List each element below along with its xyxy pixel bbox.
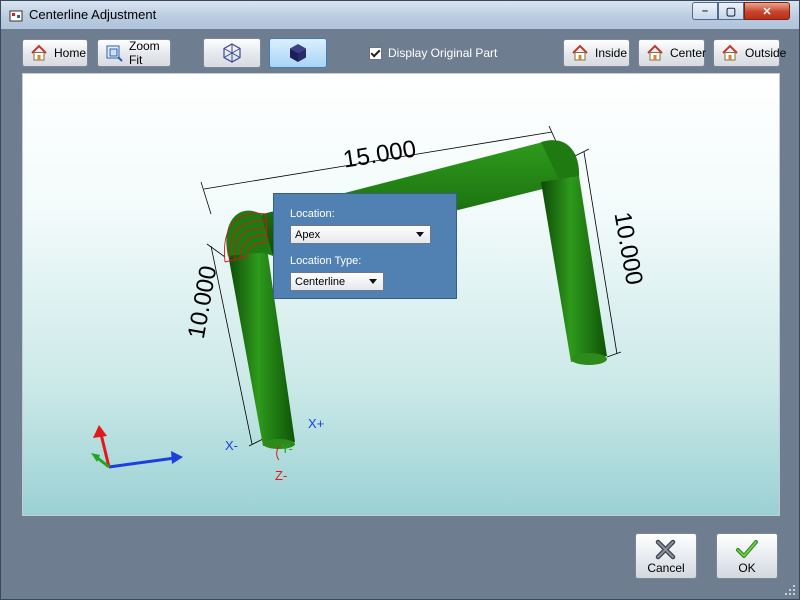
ok-button[interactable]: OK (716, 533, 778, 579)
axis-triad (91, 425, 183, 469)
display-original-checkbox[interactable] (369, 46, 382, 60)
chevron-down-icon (416, 232, 424, 237)
title-bar: Centerline Adjustment – ▢ ✕ (1, 1, 799, 29)
location-select[interactable]: Apex (290, 225, 431, 244)
chevron-down-icon (369, 279, 377, 284)
zoom-fit-label: Zoom Fit (129, 39, 160, 67)
maximize-button[interactable]: ▢ (718, 2, 744, 20)
shaded-view-button[interactable] (269, 38, 327, 68)
resize-grip-icon[interactable] (783, 583, 797, 597)
wireframe-cube-icon (223, 43, 241, 63)
display-original-label: Display Original Part (388, 46, 498, 60)
location-type-value: Centerline (295, 275, 346, 288)
axis-label-x-minus: X- (225, 438, 238, 453)
inside-label: Inside (595, 46, 628, 60)
ok-label: OK (738, 561, 756, 575)
home-icon (572, 44, 588, 61)
home-icon (722, 44, 738, 61)
cancel-button[interactable]: Cancel (635, 533, 697, 579)
tube-right-end (571, 353, 607, 365)
center-label: Center (670, 46, 707, 60)
location-type-label: Location Type: (290, 255, 362, 267)
app-icon (9, 10, 23, 22)
checkmark-icon (736, 540, 758, 558)
zoom-fit-icon (106, 45, 123, 62)
axis-label-y-minus: Y- (281, 441, 293, 456)
solid-cube-icon (290, 44, 306, 62)
cancel-x-icon (655, 539, 676, 560)
location-label: Location: (290, 208, 335, 220)
location-type-select[interactable]: Centerline (290, 272, 384, 291)
center-button[interactable]: Center (638, 39, 707, 67)
tube-right-leg[interactable] (541, 176, 607, 362)
axis-label-x-plus: X+ (308, 416, 325, 431)
minimize-button[interactable]: – (692, 2, 718, 20)
axis-label-z-minus: Z- (275, 468, 288, 483)
location-value: Apex (295, 228, 321, 241)
zoom-fit-button[interactable]: Zoom Fit (97, 39, 171, 67)
home-icon (647, 44, 663, 61)
window-title: Centerline Adjustment (29, 7, 157, 22)
wireframe-view-button[interactable] (203, 38, 261, 68)
outside-label: Outside (745, 46, 787, 60)
home-button[interactable]: Home (22, 39, 88, 67)
display-original-part-toggle[interactable]: Display Original Part (369, 46, 497, 60)
location-popup: Location: Apex Location Type: Centerline (273, 193, 457, 299)
close-button[interactable]: ✕ (744, 2, 790, 20)
cancel-label: Cancel (647, 561, 685, 575)
home-label: Home (54, 46, 87, 60)
centerline-adjustment-window: Centerline Adjustment – ▢ ✕ Home Zoom Fi… (0, 0, 800, 600)
inside-button[interactable]: Inside (563, 39, 630, 67)
outside-button[interactable]: Outside (713, 39, 786, 67)
home-icon (31, 44, 47, 61)
